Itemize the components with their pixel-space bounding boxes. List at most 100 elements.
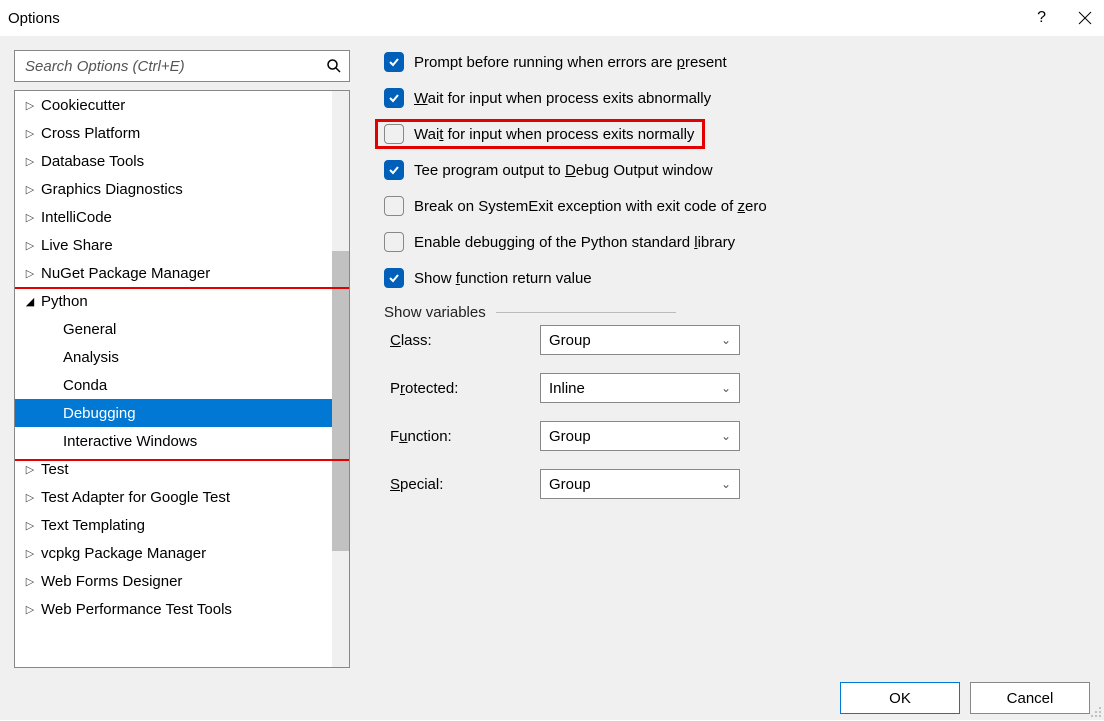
chevron-right-icon[interactable]: ▷ [23,267,37,280]
show-variables-heading: Show variables [384,304,1090,321]
select-value: Group [549,428,591,445]
tree-item-analysis[interactable]: Analysis [15,343,349,371]
tree-item-vcpkg-package-manager[interactable]: ▷ vcpkg Package Manager [15,539,349,567]
chevron-right-icon[interactable]: ▷ [23,99,37,112]
tree-item-intellicode[interactable]: ▷ IntelliCode [15,203,349,231]
checkbox-row[interactable]: Wait for input when process exits abnorm… [384,88,1090,108]
checkbox-label: Break on SystemExit exception with exit … [414,198,767,215]
checkbox[interactable] [384,268,404,288]
var-row: Function: Group ⌄ [384,421,1090,451]
tree-item-label: Cross Platform [41,125,140,142]
var-row: Class: Group ⌄ [384,325,1090,355]
chevron-down-icon: ⌄ [721,477,731,491]
tree-item-label: Test [41,461,69,478]
tree-item-label: vcpkg Package Manager [41,545,206,562]
checkbox-label: Tee program output to Debug Output windo… [414,162,713,179]
select-value: Group [549,332,591,349]
search-input[interactable] [15,58,319,75]
checkbox[interactable] [384,124,404,144]
tree-item-general[interactable]: General [15,315,349,343]
tree-item-test[interactable]: ▷ Test [15,455,349,483]
chevron-right-icon[interactable]: ▷ [23,491,37,504]
help-icon[interactable]: ? [1037,9,1046,27]
checkbox-label: Show function return value [414,270,592,287]
checkbox-row[interactable]: Break on SystemExit exception with exit … [384,196,1090,216]
ok-button[interactable]: OK [840,682,960,714]
search-icon [319,58,349,74]
tree-item-conda[interactable]: Conda [15,371,349,399]
tree-item-label: Conda [63,377,107,394]
cancel-button[interactable]: Cancel [970,682,1090,714]
checkbox[interactable] [384,52,404,72]
chevron-right-icon[interactable]: ▷ [23,603,37,616]
checkbox-row[interactable]: Show function return value [384,268,1090,288]
search-box[interactable] [14,50,350,82]
var-select[interactable]: Inline ⌄ [540,373,740,403]
tree-item-label: Web Performance Test Tools [41,601,232,618]
tree-item-live-share[interactable]: ▷Live Share [15,231,349,259]
checkbox[interactable] [384,232,404,252]
tree-item-label: NuGet Package Manager [41,265,210,282]
chevron-right-icon[interactable]: ▷ [23,239,37,252]
tree-item-label: Debugging [63,405,136,422]
chevron-right-icon[interactable]: ▷ [23,463,37,476]
chevron-right-icon[interactable]: ▷ [23,547,37,560]
tree-item-label: Cookiecutter [41,97,125,114]
tree-item-graphics-diagnostics[interactable]: ▷Graphics Diagnostics [15,175,349,203]
resize-grip-icon[interactable] [1088,704,1102,718]
var-select[interactable]: Group ⌄ [540,469,740,499]
tree-item-interactive-windows[interactable]: Interactive Windows [15,427,349,455]
scrollbar-thumb[interactable] [332,251,349,551]
chevron-right-icon[interactable]: ▷ [23,183,37,196]
close-icon[interactable] [1078,11,1092,25]
tree-item-label: Web Forms Designer [41,573,182,590]
tree-item-label: Test Adapter for Google Test [41,489,230,506]
var-select[interactable]: Group ⌄ [540,421,740,451]
tree-item-database-tools[interactable]: ▷ Database Tools [15,147,349,175]
chevron-right-icon[interactable]: ▷ [23,211,37,224]
select-value: Group [549,476,591,493]
var-row: Special: Group ⌄ [384,469,1090,499]
chevron-down-icon[interactable]: ◢ [23,295,37,308]
chevron-right-icon[interactable]: ▷ [23,155,37,168]
tree-item-cross-platform[interactable]: ▷ Cross Platform [15,119,349,147]
var-label: Class: [390,332,540,349]
tree-item-python[interactable]: ◢ Python [15,287,349,315]
chevron-right-icon[interactable]: ▷ [23,519,37,532]
tree-item-test-adapter-for-google-test[interactable]: ▷ Test Adapter for Google Test [15,483,349,511]
var-label: Special: [390,476,540,493]
var-row: Protected: Inline ⌄ [384,373,1090,403]
var-select[interactable]: Group ⌄ [540,325,740,355]
scrollbar[interactable] [332,91,349,667]
tree-item-web-performance-test-tools[interactable]: ▷ Web Performance Test Tools [15,595,349,623]
checkbox-label: Enable debugging of the Python standard … [414,234,735,251]
checkbox-row[interactable]: Prompt before running when errors are pr… [384,52,1090,72]
checkbox[interactable] [384,196,404,216]
tree-item-label: Python [41,293,88,310]
tree-item-text-templating[interactable]: ▷ Text Templating [15,511,349,539]
var-label: Function: [390,428,540,445]
title-bar: Options ? [0,0,1104,36]
chevron-down-icon: ⌄ [721,429,731,443]
tree-item-web-forms-designer[interactable]: ▷ Web Forms Designer [15,567,349,595]
checkbox-label: Wait for input when process exits abnorm… [414,90,711,107]
var-label: Protected: [390,380,540,397]
checkbox-row[interactable]: Enable debugging of the Python standard … [384,232,1090,252]
tree-item-cookiecutter[interactable]: ▷ Cookiecutter [15,91,349,119]
chevron-down-icon: ⌄ [721,381,731,395]
checkbox[interactable] [384,160,404,180]
tree-item-label: Text Templating [41,517,145,534]
chevron-right-icon[interactable]: ▷ [23,127,37,140]
tree-item-label: Database Tools [41,153,144,170]
select-value: Inline [549,380,585,397]
tree-item-label: Interactive Windows [63,433,197,450]
tree-item-debugging[interactable]: Debugging [15,399,349,427]
chevron-right-icon[interactable]: ▷ [23,575,37,588]
checkbox-row[interactable]: Wait for input when process exits normal… [380,124,700,144]
chevron-down-icon: ⌄ [721,333,731,347]
tree-item-label: IntelliCode [41,209,112,226]
tree-item-nuget-package-manager[interactable]: ▷ NuGet Package Manager [15,259,349,287]
checkbox-label: Wait for input when process exits normal… [414,126,694,143]
checkbox[interactable] [384,88,404,108]
checkbox-row[interactable]: Tee program output to Debug Output windo… [384,160,1090,180]
